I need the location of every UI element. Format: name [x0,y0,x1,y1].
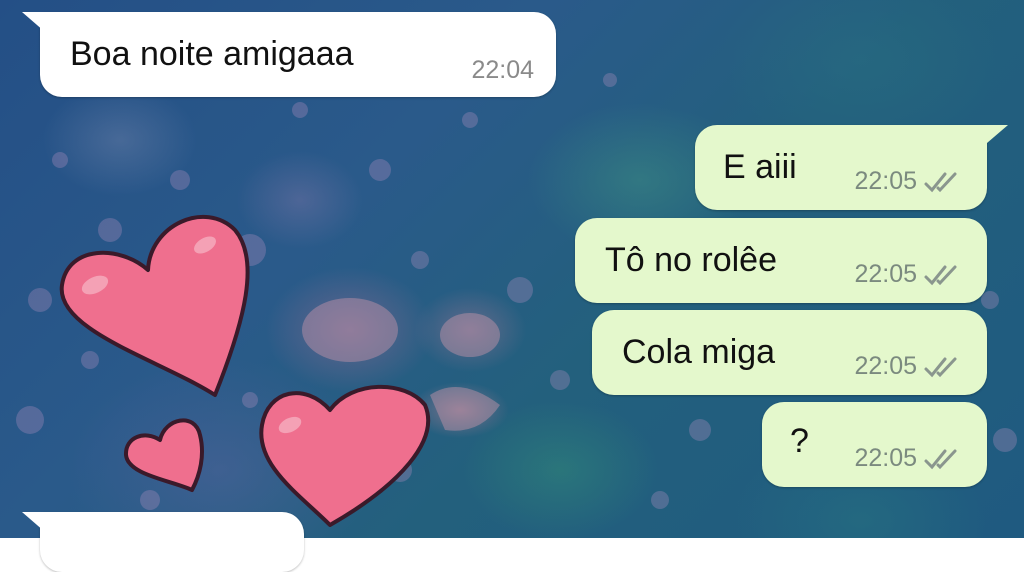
double-check-icon [923,263,963,287]
message-time: 22:05 [854,260,917,288]
message-meta: 22:05 [854,167,963,196]
message-bubble-outgoing[interactable]: Tô no rolêe 22:05 [575,218,987,303]
heart-icon [59,214,250,397]
double-check-icon [923,355,963,379]
message-bubble-outgoing[interactable]: Cola miga 22:05 [592,310,987,395]
message-meta: 22:05 [854,260,963,289]
message-text: E aiii [723,148,797,186]
message-bubble-incoming[interactable]: Boa noite amigaaa 22:04 [40,12,556,97]
message-meta: 22:05 [854,444,963,473]
message-time: 22:05 [854,167,917,195]
message-meta: 22:05 [854,352,963,381]
bubble-tail [980,125,1008,149]
message-text: Boa noite amigaaa [70,35,354,73]
message-time: 22:05 [854,444,917,472]
bubble-tail [22,512,52,538]
message-time: 22:05 [854,352,917,380]
bubble-tail [22,12,52,38]
message-text: Cola miga [622,333,776,371]
double-check-icon [923,170,963,194]
message-bubble-outgoing[interactable]: E aiii 22:05 [695,125,987,210]
message-bubble-incoming[interactable] [40,512,304,572]
double-check-icon [923,447,963,471]
heart-icon [259,384,431,527]
message-time: 22:04 [471,56,534,84]
message-text: Tô no rolêe [605,241,777,279]
message-bubble-outgoing[interactable]: ? 22:05 [762,402,987,487]
message-meta: 22:04 [471,56,534,85]
heart-icon [124,418,204,492]
message-text: ? [790,422,809,460]
